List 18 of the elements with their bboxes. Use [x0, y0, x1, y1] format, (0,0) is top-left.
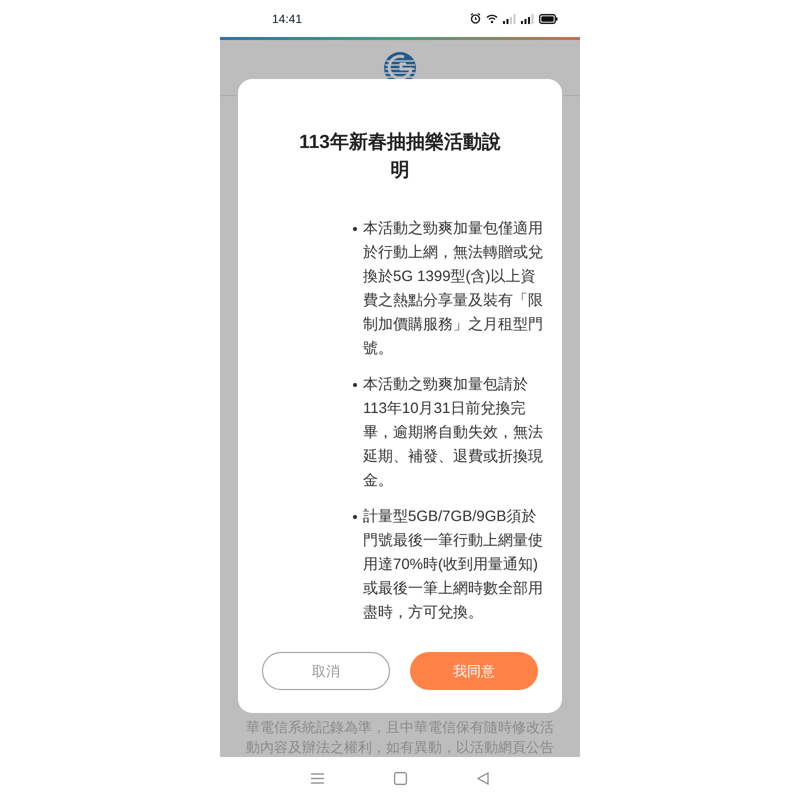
menu-icon[interactable] — [311, 773, 324, 784]
bullet-icon — [353, 383, 357, 387]
home-icon[interactable] — [394, 772, 407, 785]
alarm-icon — [470, 13, 481, 24]
rule-text: 本活動之勁爽加量包請於113年10月31日前兌換完畢，逾期將自動失效，無法延期、補發、退費或折換現金。 — [363, 375, 543, 491]
agree-button[interactable]: 我同意 — [410, 652, 538, 690]
rule-text: 本活動之勁爽加量包僅適用於行動上網，無法轉贈或兌換於5G 1399型(含)以上資費之熱點分享量及裝有「限制加價購服務」之月租型門號。 — [363, 219, 543, 359]
status-time: 14:41 — [272, 10, 302, 28]
bullet-icon — [353, 227, 357, 231]
rule-text: 計量型5GB/7GB/9GB須於門號最後一筆行動上網量使用達70%時(收到用量通知)或最後一筆上網時數全部用盡時，方可兌換。 — [363, 507, 543, 623]
signal-icon — [521, 14, 534, 24]
back-icon[interactable] — [477, 772, 489, 785]
wifi-icon — [486, 14, 498, 24]
dialog-title: 113年新春抽抽樂活動說明 — [298, 130, 502, 183]
bullet-icon — [353, 515, 357, 519]
signal-icon — [503, 14, 516, 24]
battery-icon — [539, 14, 558, 24]
cancel-button[interactable]: 取消 — [262, 652, 390, 690]
